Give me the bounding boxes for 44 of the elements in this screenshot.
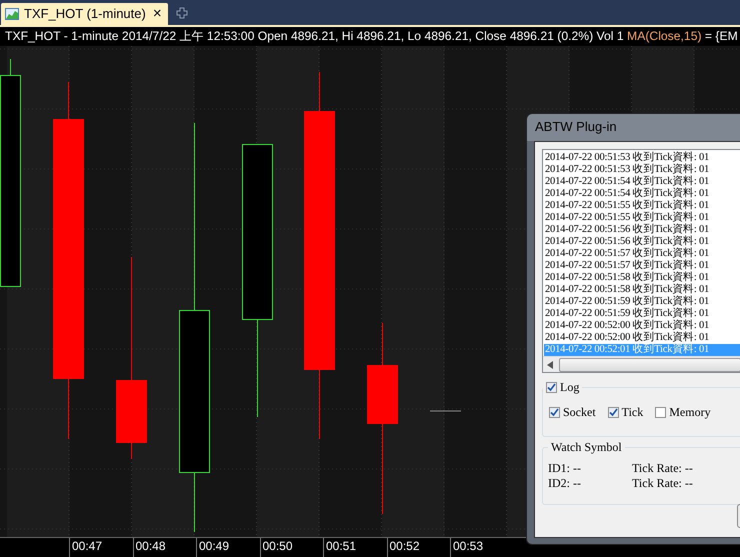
left-arrow-icon[interactable] <box>547 360 553 368</box>
checkmark-icon <box>550 408 559 417</box>
checkbox[interactable]: Log <box>543 380 582 395</box>
dialog-title: ABTW Plug-in <box>527 114 740 141</box>
chart-tab[interactable]: TXF_HOT (1-minute) × <box>1 2 168 25</box>
checkmark-icon <box>608 408 618 417</box>
time-label: 00:51 <box>326 538 356 556</box>
time-label: 00:48 <box>136 538 166 556</box>
log-entry[interactable]: 2014-07-22 00:51:54 收到Tick資料: 01 <box>544 188 740 200</box>
log-entry[interactable]: 2014-07-22 00:51:56 收到Tick資料: 01 <box>544 224 740 236</box>
log-entry[interactable]: 2014-07-22 00:51:55 收到Tick資料: 01 <box>544 200 740 212</box>
log-entry[interactable]: 2014-07-22 00:51:53 收到Tick資料: 01 <box>544 152 740 164</box>
tick-rate: Tick Rate: -- <box>632 476 693 491</box>
checkbox[interactable]: Tick <box>608 405 644 420</box>
log-entry[interactable]: 2014-07-22 00:52:00 收到Tick資料: 01 <box>544 332 740 344</box>
log-entry[interactable]: 2014-07-22 00:51:58 收到Tick資料: 01 <box>544 272 740 284</box>
log-entry[interactable]: 2014-07-22 00:51:59 收到Tick資料: 01 <box>544 296 740 308</box>
doji-mark <box>430 410 462 412</box>
time-label: 00:47 <box>72 538 102 556</box>
tick-rate: Tick Rate: -- <box>632 461 693 476</box>
scroll-thumb[interactable] <box>559 358 740 372</box>
time-label: 00:49 <box>199 538 230 556</box>
log-entry[interactable]: 2014-07-22 00:51:57 收到Tick資料: 01 <box>544 248 740 260</box>
log-entry[interactable]: 2014-07-22 00:51:59 收到Tick資料: 01 <box>544 308 740 320</box>
log-entry[interactable]: 2014-07-22 00:51:56 收到Tick資料: 01 <box>544 236 740 248</box>
time-label: 00:53 <box>453 538 484 556</box>
checkbox[interactable]: Memory <box>655 405 711 420</box>
symbol-id: ID1: -- <box>548 461 582 476</box>
time-label: 00:52 <box>390 538 420 556</box>
checkbox[interactable]: Socket <box>549 405 596 420</box>
log-entry[interactable]: 2014-07-22 00:51:57 收到Tick資料: 01 <box>544 260 740 272</box>
group-title: Watch Symbol <box>548 440 625 455</box>
close-button[interactable]: × <box>150 5 164 22</box>
chart-icon <box>5 8 19 20</box>
log-entry[interactable]: 2014-07-22 00:51:54 收到Tick資料: 01 <box>544 176 740 188</box>
horizontal-scrollbar[interactable] <box>543 356 740 372</box>
log-entry[interactable]: 2014-07-22 00:51:55 收到Tick資料: 01 <box>544 212 740 224</box>
symbol-id: ID2: -- <box>548 476 582 491</box>
add-tab-icon[interactable] <box>176 7 188 20</box>
log-entry[interactable]: 2014-07-22 00:52:00 收到Tick資料: 01 <box>544 320 740 332</box>
log-entry[interactable]: 2014-07-22 00:51:53 收到Tick資料: 01 <box>544 164 740 176</box>
time-label: 00:50 <box>262 538 293 556</box>
checkmark-icon <box>547 383 556 392</box>
log-entry[interactable]: 2014-07-22 00:51:58 收到Tick資料: 01 <box>544 284 740 296</box>
